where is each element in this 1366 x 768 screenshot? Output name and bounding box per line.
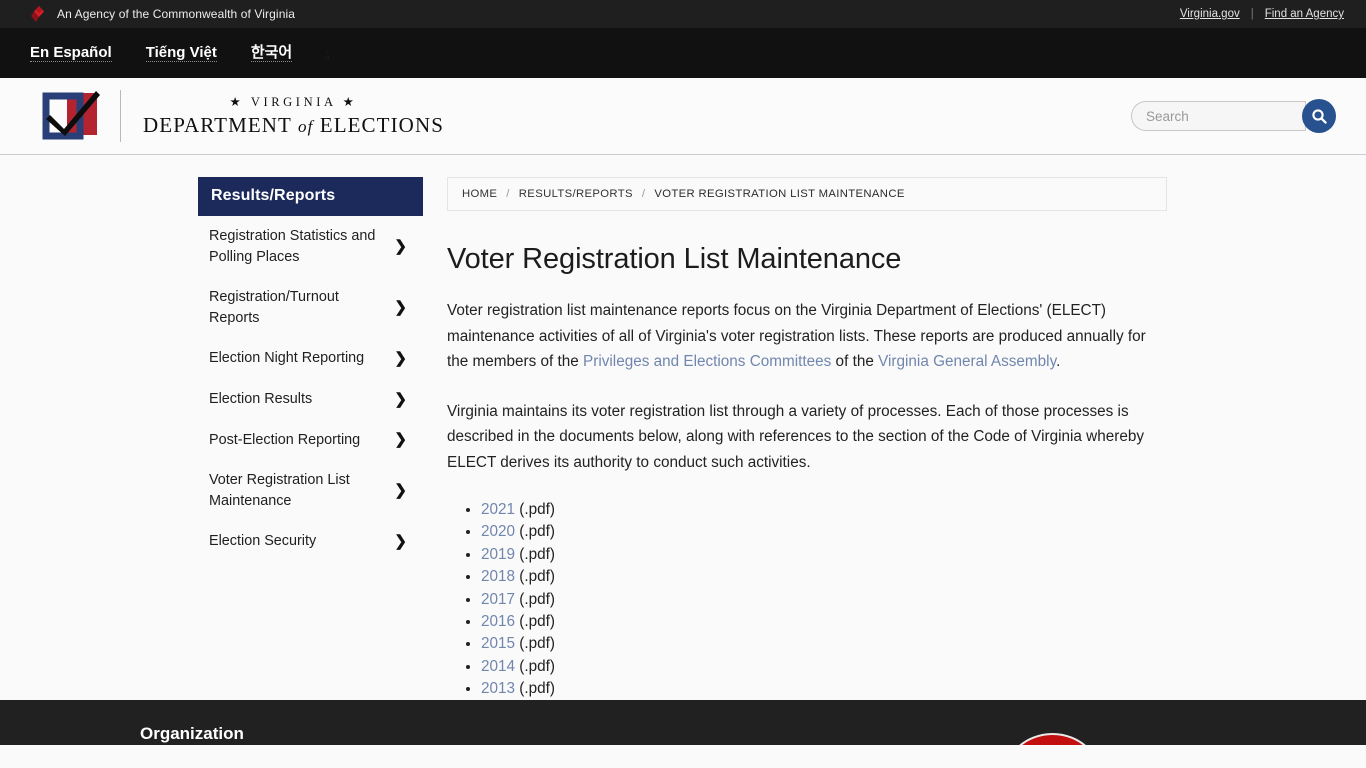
virginia-gov-link[interactable]: Virginia.gov [1180,8,1240,20]
wordmark-virginia: ★ VIRGINIA ★ [229,95,358,109]
chevron-right-icon: ❯ [394,390,407,408]
sidebar-item-label: Election Results [209,390,313,407]
language-bar: En Español Tiếng Việt 한국어 · [0,28,1366,78]
virginia-elect-checkmark-logo [38,89,108,144]
report-format: (.pdf) [519,657,555,675]
list-item: 2020 (.pdf) [481,521,1336,543]
description-paragraph: Virginia maintains its voter registratio… [447,402,1144,471]
language-link-korean[interactable]: 한국어 [250,45,293,62]
page-body: Results/Reports Registration Statistics … [0,155,1366,700]
list-item: 2019 (.pdf) [481,544,1336,566]
wordmark-department-of-elections: DEPARTMENT of ELECTIONS [143,113,444,138]
report-link-2013[interactable]: 2013 [481,680,515,697]
report-format: (.pdf) [519,590,555,608]
sidebar-item-registration-turnout-reports[interactable]: Registration/Turnout Reports ❯ [198,277,423,338]
banner-separator: | [1250,8,1254,20]
logo-divider [120,90,121,142]
wordmark-elections: ELECTIONS [319,113,444,137]
report-link-2020[interactable]: 2020 [481,523,515,540]
report-link-2014[interactable]: 2014 [481,658,515,675]
report-link-2018[interactable]: 2018 [481,568,515,585]
chevron-right-icon: ❯ [394,533,407,551]
report-format: (.pdf) [519,545,555,563]
search-container [1131,99,1336,133]
wordmark-department: DEPARTMENT [143,113,292,137]
report-format: (.pdf) [519,635,555,653]
intro-text-part2: of the [831,353,879,370]
sidebar-nav: Registration Statistics and Polling Plac… [198,216,423,562]
list-item: 2014 (.pdf) [481,656,1336,678]
sidebar-item-label: Registration Statistics and Polling Plac… [209,228,376,265]
wordmark-of: of [297,117,314,136]
page-title: Voter Registration List Maintenance [447,243,902,275]
list-item: 2017 (.pdf) [481,589,1336,611]
intro-text-part3: . [1056,353,1061,370]
main-content: HOME / RESULTS/REPORTS / VOTER REGISTRAT… [447,177,1366,700]
breadcrumb: HOME / RESULTS/REPORTS / VOTER REGISTRAT… [447,177,1167,211]
commonwealth-banner: An Agency of the Commonwealth of Virgini… [0,0,1366,28]
report-format: (.pdf) [519,501,555,518]
sidebar: Results/Reports Registration Statistics … [198,177,423,700]
sidebar-item-election-night-reporting[interactable]: Election Night Reporting ❯ [198,338,423,379]
virginia-general-assembly-link[interactable]: Virginia General Assembly [878,353,1056,370]
sidebar-item-label: Registration/Turnout Reports [209,289,339,326]
sidebar-item-label: Voter Registration List Maintenance [209,472,350,509]
language-link-spanish[interactable]: En Español [30,45,112,62]
report-format: (.pdf) [519,680,555,698]
site-header: ★ VIRGINIA ★ DEPARTMENT of ELECTIONS [0,78,1366,155]
list-item: 2016 (.pdf) [481,611,1336,633]
report-link-2016[interactable]: 2016 [481,613,515,630]
breadcrumb-item-home[interactable]: HOME [462,188,497,200]
report-link-2015[interactable]: 2015 [481,635,515,652]
sidebar-item-post-election-reporting[interactable]: Post-Election Reporting ❯ [198,420,423,461]
search-icon [1311,108,1327,124]
language-link-extra[interactable]: · [326,48,329,58]
list-item: 2021 (.pdf) [481,499,1336,521]
privileges-elections-committees-link[interactable]: Privileges and Elections Committees [583,353,831,370]
sidebar-item-election-results[interactable]: Election Results ❯ [198,379,423,420]
commonwealth-banner-left: An Agency of the Commonwealth of Virgini… [30,5,295,23]
list-item: 2013 (.pdf) [481,678,1336,700]
sidebar-title: Results/Reports [198,177,423,216]
sidebar-item-label: Election Night Reporting [209,350,365,367]
report-link-2021[interactable]: 2021 [481,501,515,518]
chevron-right-icon: ❯ [394,482,407,500]
virginia-agency-icon [30,5,48,23]
report-link-2019[interactable]: 2019 [481,546,515,563]
find-an-agency-link[interactable]: Find an Agency [1265,8,1344,20]
sidebar-item-label: Election Security [209,533,317,550]
intro-paragraph: Voter registration list maintenance repo… [447,298,1169,375]
commonwealth-banner-links: Virginia.gov | Find an Agency [1180,8,1344,20]
list-item: 2015 (.pdf) [481,633,1336,655]
search-input[interactable] [1131,101,1306,131]
chevron-right-icon: ❯ [394,238,407,256]
list-item: 2018 (.pdf) [481,566,1336,588]
sidebar-item-voter-registration-list-maintenance[interactable]: Voter Registration List Maintenance ❯ [198,460,423,521]
language-link-vietnamese[interactable]: Tiếng Việt [145,45,217,62]
report-format: (.pdf) [519,523,555,541]
chevron-right-icon: ❯ [394,431,407,449]
search-button[interactable] [1302,99,1336,133]
breadcrumb-separator: / [641,188,646,200]
breadcrumb-item-current: VOTER REGISTRATION LIST MAINTENANCE [654,188,905,200]
report-format: (.pdf) [519,613,555,631]
report-link-2017[interactable]: 2017 [481,591,515,608]
commonwealth-banner-text: An Agency of the Commonwealth of Virgini… [57,7,296,21]
site-footer: Organization [0,700,1366,745]
sidebar-item-registration-statistics[interactable]: Registration Statistics and Polling Plac… [198,216,423,277]
sidebar-item-label: Post-Election Reporting [209,431,361,448]
footer-heading-organization: Organization [140,724,244,743]
report-list: 2021 (.pdf) 2020 (.pdf) 2019 (.pdf) 2018… [447,499,1336,701]
breadcrumb-separator: / [506,188,510,200]
site-wordmark: ★ VIRGINIA ★ DEPARTMENT of ELECTIONS [143,94,444,138]
chevron-right-icon: ❯ [394,299,407,317]
sidebar-item-election-security[interactable]: Election Security ❯ [198,521,423,562]
chevron-right-icon: ❯ [394,350,407,368]
report-format: (.pdf) [519,568,555,586]
breadcrumb-item-results-reports[interactable]: RESULTS/REPORTS [519,188,633,200]
site-brand[interactable]: ★ VIRGINIA ★ DEPARTMENT of ELECTIONS [38,89,444,144]
